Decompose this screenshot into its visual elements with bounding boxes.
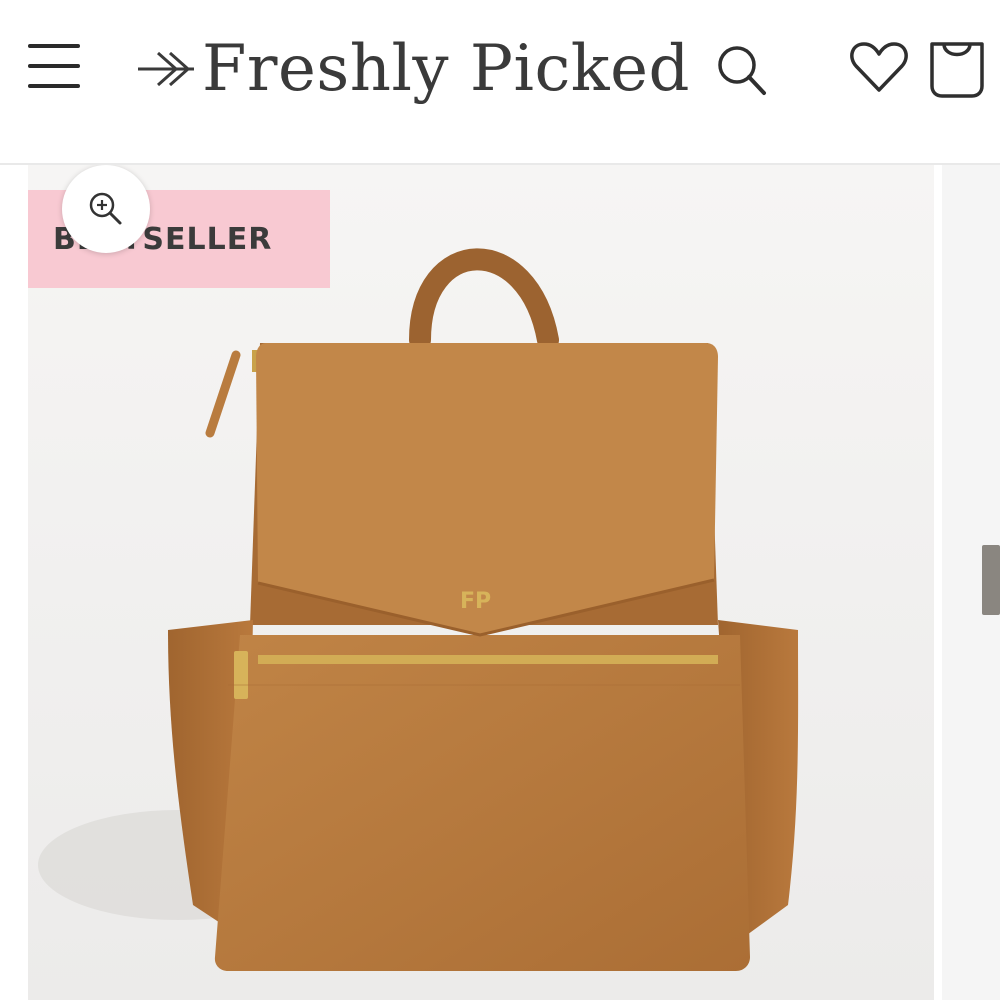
search-icon	[718, 46, 766, 95]
site-header: Freshly Picked	[0, 0, 1000, 165]
zoom-in-icon	[89, 192, 122, 225]
menu-line	[28, 64, 80, 68]
zoom-button[interactable]	[62, 165, 150, 253]
arrow-logo-icon	[138, 51, 194, 87]
cart-button[interactable]	[926, 36, 988, 100]
next-image-peek	[982, 545, 1000, 615]
next-product-image[interactable]	[942, 165, 1000, 1000]
search-button[interactable]	[712, 40, 772, 100]
menu-line	[28, 44, 80, 48]
brand-logo[interactable]: Freshly Picked	[136, 24, 690, 114]
wishlist-button[interactable]	[848, 38, 910, 96]
product-gallery[interactable]: FP BESTSELLER	[28, 165, 934, 1000]
shopping-bag-icon	[930, 42, 984, 98]
menu-line	[28, 84, 80, 88]
brand-name: Freshly Picked	[202, 32, 690, 106]
backpack-image: FP	[28, 165, 934, 1000]
menu-button[interactable]	[26, 40, 84, 92]
brand-plate: FP	[460, 589, 491, 614]
heart-icon	[850, 42, 908, 92]
